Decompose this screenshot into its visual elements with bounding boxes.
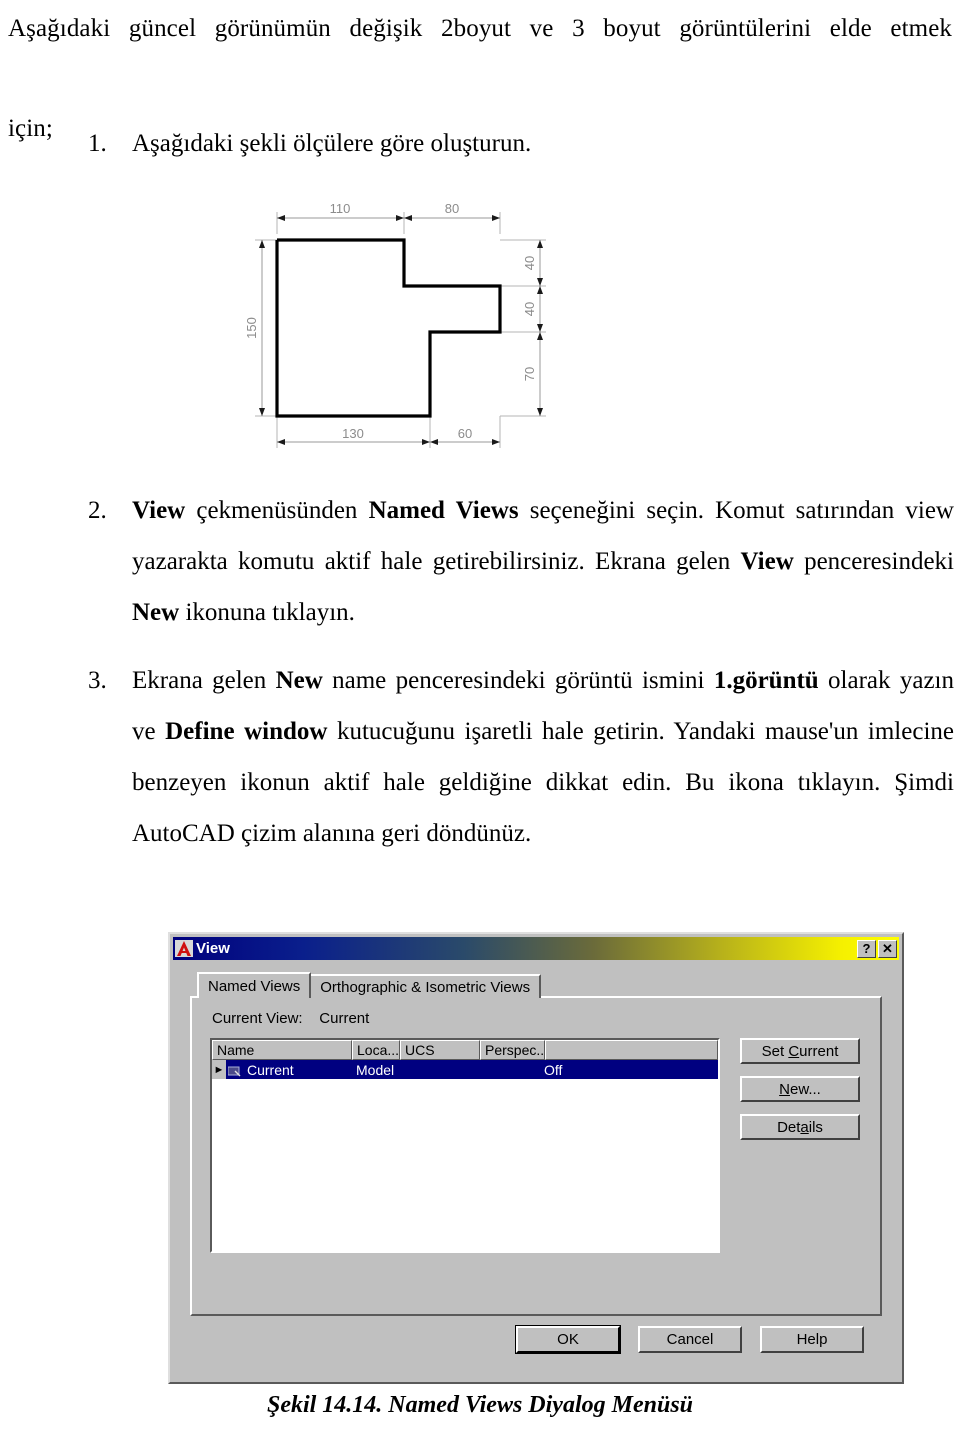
step-2-number: 2. — [88, 497, 107, 524]
set-current-label: Set Current — [761, 1042, 839, 1060]
cell-location: Model — [356, 1061, 395, 1078]
new-button[interactable]: New... — [740, 1076, 860, 1102]
step-item-2: 2. View çekmenüsünden Named Views seçene… — [88, 485, 954, 638]
current-view-label: Current View: — [212, 1010, 303, 1027]
named-views-panel: Current View: Current Name Loca... UCS P… — [190, 996, 882, 1316]
step-3-text: Ekrana gelen New name penceresindeki gör… — [132, 667, 954, 847]
dim-left: 150 — [244, 317, 259, 339]
table-row[interactable]: ► Current Model Off — [212, 1060, 718, 1079]
help-button[interactable]: ? — [857, 939, 876, 958]
dialog-title: View — [196, 940, 230, 957]
row-marker-icon: ► — [212, 1060, 226, 1079]
current-view-row: Current View: Current — [212, 1010, 369, 1027]
close-icon[interactable]: ✕ — [878, 939, 897, 958]
dim-bottom-right: 60 — [458, 426, 472, 441]
dim-right-middle: 40 — [522, 302, 537, 316]
views-list[interactable]: Name Loca... UCS Perspec... ► Current Mo… — [210, 1038, 720, 1253]
dim-top-right: 80 — [445, 201, 459, 216]
cancel-button[interactable]: Cancel — [638, 1326, 742, 1353]
side-button-group: Set Current New... Details — [740, 1038, 860, 1152]
new-label: New... — [779, 1080, 821, 1098]
details-label: Details — [777, 1118, 823, 1136]
step-3-number: 3. — [88, 667, 107, 694]
autocad-a-icon — [175, 940, 193, 957]
view-dialog: View ? ✕ Named Views Orthographic & Isom… — [168, 932, 904, 1384]
figure-caption: Şekil 14.14. Named Views Diyalog Menüsü — [266, 1392, 694, 1418]
view-item-icon — [227, 1064, 241, 1077]
cell-perspective: Off — [544, 1061, 563, 1078]
views-list-header: Name Loca... UCS Perspec... — [212, 1040, 718, 1060]
ok-button[interactable]: OK — [515, 1325, 621, 1354]
tab-orthographic-isometric-views[interactable]: Orthographic & Isometric Views — [309, 974, 542, 998]
dim-top-left: 110 — [330, 201, 351, 216]
step-1-number: 1. — [88, 130, 107, 157]
dialog-titlebar[interactable]: View ? ✕ — [173, 937, 899, 960]
step-item-3: 3. Ekrana gelen New name penceresindeki … — [88, 655, 954, 859]
cell-name: Current — [247, 1061, 294, 1078]
step-item-1: 1. Aşağıdaki şekli ölçülere göre oluştur… — [88, 118, 954, 169]
technical-drawing: 110 80 150 40 40 70 130 60 — [180, 190, 600, 480]
dim-bottom-left: 130 — [342, 426, 364, 441]
cell-ucs — [480, 1060, 540, 1079]
current-view-value: Current — [319, 1010, 370, 1027]
step-1-text: Aşağıdaki şekli ölçülere göre oluşturun. — [132, 130, 532, 157]
column-header-perspective[interactable]: Perspec... — [480, 1040, 545, 1060]
column-header-name[interactable]: Name — [212, 1040, 352, 1060]
column-header-ucs[interactable]: UCS — [400, 1040, 480, 1060]
column-header-location[interactable]: Loca... — [352, 1040, 400, 1060]
dim-right-bottom: 70 — [522, 367, 537, 381]
step-2-text: View çekmenüsünden Named Views seçeneğin… — [132, 497, 954, 626]
tab-named-views[interactable]: Named Views — [197, 972, 312, 998]
dialog-tabs: Named Views Orthographic & Isometric Vie… — [197, 972, 542, 998]
dim-right-top: 40 — [522, 256, 537, 270]
help-text-button[interactable]: Help — [760, 1326, 864, 1353]
column-header-blank[interactable] — [545, 1040, 718, 1060]
set-current-button[interactable]: Set Current — [740, 1038, 860, 1064]
details-button[interactable]: Details — [740, 1114, 860, 1140]
dialog-action-buttons: OK Cancel Help — [515, 1325, 864, 1354]
intro-line-1: Aşağıdaki güncel görünümün değişik 2boyu… — [8, 15, 952, 42]
